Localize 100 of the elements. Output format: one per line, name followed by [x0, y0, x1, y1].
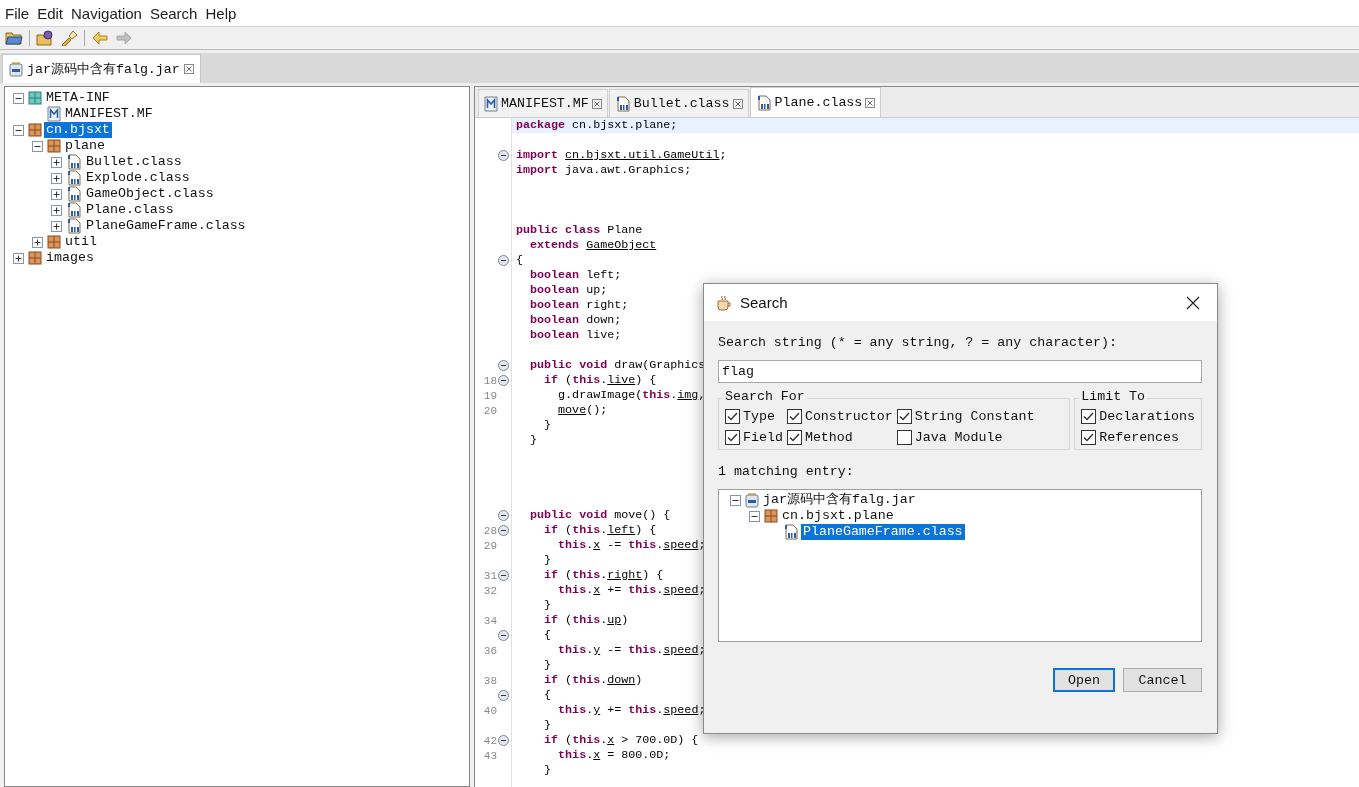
class-file-icon — [783, 524, 799, 540]
line-number: 38 — [483, 674, 497, 687]
line-number: 31 — [483, 569, 497, 582]
menu-item[interactable]: Edit — [34, 4, 67, 22]
line-number: 43 — [483, 749, 497, 762]
checkbox[interactable] — [1081, 409, 1097, 424]
checkbox-label: Java Module — [914, 430, 1003, 445]
line-number: 36 — [483, 644, 497, 657]
class-file-icon — [66, 218, 82, 234]
checkbox[interactable] — [896, 409, 912, 424]
forward-arrow-icon — [115, 30, 133, 46]
file-tab[interactable]: jar源码中含有falg.jar — [2, 54, 201, 83]
dialog-button[interactable]: Open — [1053, 668, 1115, 692]
menu-item[interactable]: Help — [202, 4, 240, 22]
code-line: this.x -= this.speed; — [557, 538, 706, 553]
code-line: } — [543, 598, 552, 613]
checkbox[interactable] — [896, 430, 912, 445]
code-line: } — [543, 763, 552, 778]
manifest-file-icon — [484, 95, 498, 112]
code-line: package cn.bjsxt.plane; — [516, 118, 678, 133]
code-line: this.y -= this.speed; — [557, 643, 706, 658]
tree-item[interactable]: PlaneGameFrame.class — [801, 524, 965, 540]
tree-item[interactable]: plane — [63, 138, 107, 154]
code-line: move(); — [557, 403, 608, 418]
torch-icon — [60, 30, 78, 46]
tree-item[interactable]: cn.bjsxt.plane — [780, 508, 896, 524]
dialog-button[interactable]: Cancel — [1123, 668, 1202, 692]
code-line: { — [516, 253, 523, 268]
close-icon — [865, 97, 876, 108]
code-line: g.drawImage(this.img, — [557, 388, 706, 403]
checkbox[interactable] — [725, 409, 740, 424]
tree-item[interactable]: MANIFEST.MF — [63, 106, 155, 122]
line-number: 18 — [483, 374, 497, 387]
editor-tab[interactable]: MANIFEST.MF — [478, 89, 608, 117]
tree-item[interactable]: images — [44, 250, 96, 266]
code-line: boolean left; — [529, 268, 622, 283]
code-line: this.y += this.speed; — [557, 703, 706, 718]
tree-item[interactable]: GameObject.class — [84, 186, 216, 202]
checkbox[interactable] — [786, 409, 802, 424]
jar-icon — [745, 492, 759, 508]
menu-item[interactable]: Navigation — [68, 4, 145, 22]
tree-item[interactable]: util — [63, 234, 99, 250]
checkbox-label: Method — [804, 430, 853, 445]
class-file-icon — [755, 94, 772, 111]
package-icon — [47, 139, 61, 153]
code-line: } — [543, 553, 552, 568]
code-line: boolean down; — [529, 313, 622, 328]
class-file-icon — [614, 95, 631, 112]
tree-item[interactable]: Explode.class — [84, 170, 192, 186]
open-folder-icon — [5, 30, 23, 46]
code-line: import cn.bjsxt.util.GameUtil; — [516, 148, 727, 163]
tree-item[interactable]: cn.bjsxt — [44, 122, 112, 138]
tree-item[interactable]: PlaneGameFrame.class — [84, 218, 248, 234]
coffee-cup-icon — [716, 294, 732, 311]
close-icon — [591, 98, 602, 109]
code-line: { — [543, 688, 552, 703]
code-line: import java.awt.Graphics; — [516, 163, 692, 178]
folder-globe-icon — [36, 30, 54, 46]
editor-tab[interactable]: Plane.class — [749, 87, 882, 117]
tree-item[interactable]: Plane.class — [84, 202, 176, 218]
search-field[interactable]: flag — [718, 360, 1202, 383]
checkbox-label: Field — [743, 430, 783, 445]
line-number: 20 — [483, 404, 497, 417]
package-icon — [28, 91, 42, 105]
code-line: this.x += this.speed; — [557, 583, 706, 598]
manifest-file-icon — [47, 106, 61, 122]
checkbox[interactable] — [786, 430, 802, 445]
close-icon — [1186, 295, 1200, 310]
code-line: public void draw(Graphics — [529, 358, 706, 373]
code-line: if (this.up) — [543, 613, 629, 628]
code-line: boolean live; — [529, 328, 622, 343]
code-line: if (this.right) { — [543, 568, 664, 583]
result-count: 1 matching entry: — [718, 464, 855, 479]
menu-item[interactable]: Search — [146, 4, 201, 22]
line-number: 19 — [483, 389, 497, 402]
checkbox-label: Declarations — [1099, 409, 1195, 424]
line-number: 34 — [483, 614, 497, 627]
code-line: this.x = 800.0D; — [557, 748, 671, 763]
toolbar-button[interactable] — [34, 28, 56, 48]
back-arrow-icon — [91, 30, 109, 46]
editor-tab[interactable]: Bullet.class — [608, 89, 749, 117]
line-number: 28 — [483, 524, 497, 537]
tree-item[interactable]: Bullet.class — [84, 154, 184, 170]
jar-icon — [9, 61, 23, 77]
tree-item[interactable]: META-INF — [44, 90, 112, 106]
checkbox[interactable] — [1081, 430, 1097, 445]
code-line: public class Plane — [516, 223, 643, 238]
checkbox[interactable] — [725, 430, 740, 445]
package-icon — [47, 235, 61, 249]
code-line: { — [543, 628, 552, 643]
code-line: } — [543, 418, 552, 433]
line-number: 29 — [483, 539, 497, 552]
menu-item[interactable]: File — [2, 4, 33, 22]
line-number: 32 — [483, 584, 497, 597]
code-line: boolean right; — [529, 298, 629, 313]
code-line: } — [543, 718, 552, 733]
code-line: if (this.left) { — [543, 523, 657, 538]
tree-item[interactable]: jar源码中含有falg.jar — [761, 492, 918, 508]
checkbox-label: References — [1099, 430, 1180, 445]
class-file-icon — [66, 202, 82, 218]
